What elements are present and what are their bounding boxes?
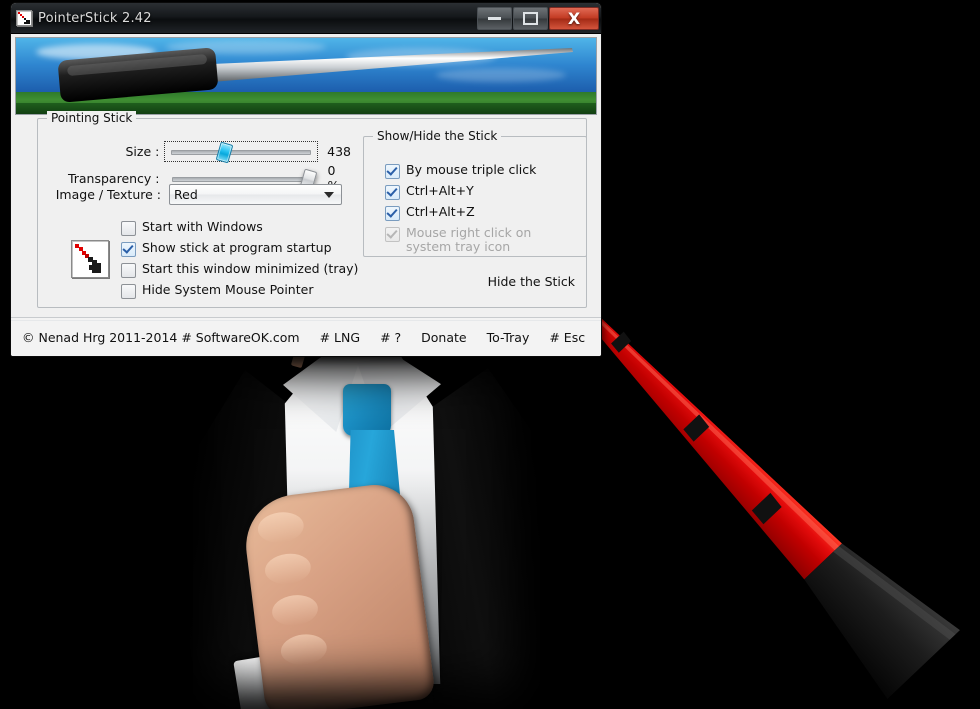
- close-icon: X: [567, 8, 581, 28]
- pointer-stick-preview: [15, 37, 597, 115]
- option-show-stick-at-startup[interactable]: Show stick at program startup: [121, 241, 332, 257]
- show-hide-legend: Show/Hide the Stick: [373, 129, 502, 143]
- checkbox-start-with-windows[interactable]: [121, 221, 136, 236]
- businessman-photo: [175, 350, 545, 709]
- label-start-minimized: Start this window minimized (tray): [142, 261, 359, 276]
- preview-stick: [58, 47, 573, 103]
- texture-selected-value: Red: [174, 187, 198, 202]
- checkbox-ctrl-alt-z[interactable]: [385, 206, 400, 221]
- checkbox-start-minimized[interactable]: [121, 263, 136, 278]
- pointerstick-window: PointerStick 2.42 X Pointing Stick Size …: [10, 2, 602, 357]
- close-button[interactable]: X: [549, 6, 599, 30]
- minimize-icon: [488, 16, 501, 20]
- label-tray-right-click: Mouse right click on system tray icon: [406, 225, 532, 254]
- size-row: Size : 438: [51, 141, 351, 164]
- option-start-with-windows[interactable]: Start with Windows: [121, 220, 263, 236]
- label-hide-system-pointer: Hide System Mouse Pointer: [142, 282, 314, 297]
- checkbox-mouse-triple-click[interactable]: [385, 164, 400, 179]
- photo-vignette: [175, 350, 545, 709]
- window-controls: X: [476, 6, 599, 30]
- checkbox-show-stick-at-startup[interactable]: [121, 242, 136, 257]
- footer-link-lng[interactable]: # LNG: [320, 330, 360, 345]
- pointerstick-grid-icon: [16, 10, 32, 26]
- checkbox-ctrl-alt-y[interactable]: [385, 185, 400, 200]
- footer-link-esc[interactable]: # Esc: [549, 330, 585, 345]
- footer-link-help[interactable]: # ?: [380, 330, 401, 345]
- option-ctrl-alt-z[interactable]: Ctrl+Alt+Z: [385, 205, 475, 221]
- maximize-icon: [523, 11, 538, 25]
- pointing-stick-legend: Pointing Stick: [47, 111, 137, 125]
- checkbox-tray-right-click: [385, 227, 400, 242]
- texture-combobox[interactable]: Red: [169, 184, 342, 205]
- label-ctrl-alt-z: Ctrl+Alt+Z: [406, 204, 475, 219]
- label-mouse-triple-click: By mouse triple click: [406, 162, 537, 177]
- size-value: 438: [327, 144, 351, 159]
- minimize-button[interactable]: [477, 6, 512, 30]
- option-start-minimized[interactable]: Start this window minimized (tray): [121, 262, 358, 278]
- option-ctrl-alt-y[interactable]: Ctrl+Alt+Y: [385, 184, 474, 200]
- label-ctrl-alt-y: Ctrl+Alt+Y: [406, 183, 474, 198]
- checkbox-hide-system-pointer[interactable]: [121, 284, 136, 299]
- option-hide-system-pointer[interactable]: Hide System Mouse Pointer: [121, 283, 313, 299]
- window-title-bar[interactable]: PointerStick 2.42 X: [11, 3, 601, 34]
- size-slider[interactable]: [164, 141, 319, 164]
- copyright-text: © Nenad Hrg 2011-2014 # SoftwareOK.com: [22, 329, 300, 345]
- texture-label: Image / Texture :: [55, 187, 161, 202]
- option-mouse-triple-click[interactable]: By mouse triple click: [385, 163, 536, 179]
- footer-bar: © Nenad Hrg 2011-2014 # SoftwareOK.com #…: [11, 317, 601, 356]
- size-slider-track[interactable]: [171, 150, 312, 155]
- transparency-slider-track[interactable]: [171, 176, 312, 182]
- label-start-with-windows: Start with Windows: [142, 219, 263, 234]
- hide-the-stick-button[interactable]: Hide the Stick: [488, 274, 575, 289]
- chevron-down-icon[interactable]: [324, 191, 334, 198]
- window-title: PointerStick 2.42: [38, 10, 152, 26]
- footer-link-donate[interactable]: Donate: [421, 330, 466, 345]
- footer-divider: [11, 320, 601, 321]
- pointerstick-grid-icon-large: [71, 240, 109, 278]
- size-label: Size :: [125, 144, 160, 159]
- maximize-button[interactable]: [513, 6, 548, 30]
- texture-row: Image / Texture : Red: [51, 184, 391, 205]
- label-show-stick-at-startup: Show stick at program startup: [142, 240, 332, 255]
- footer-link-to-tray[interactable]: To-Tray: [487, 330, 530, 345]
- option-tray-right-click: Mouse right click on system tray icon: [385, 226, 575, 254]
